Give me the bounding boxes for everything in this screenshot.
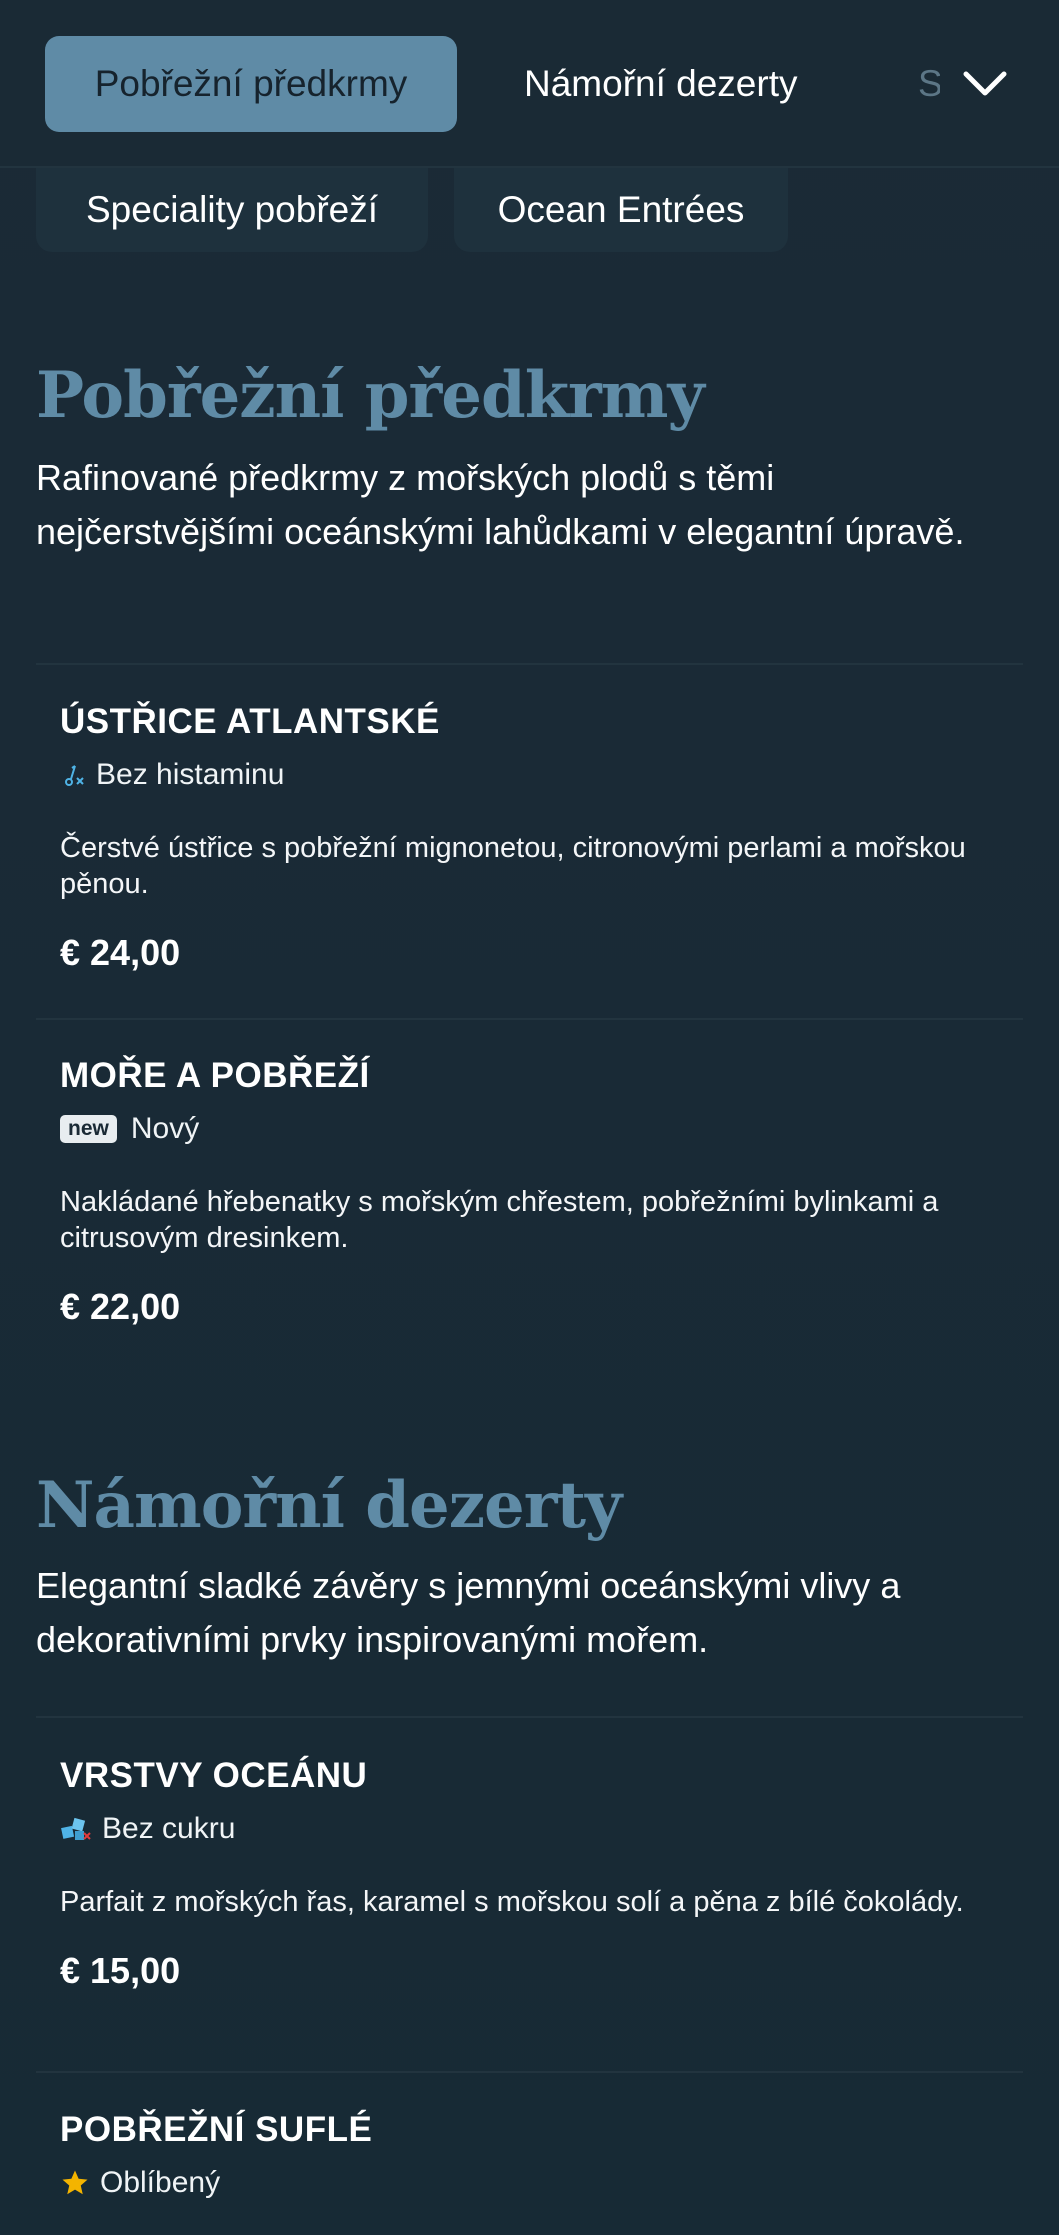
tab-speciality-pobrezi[interactable]: Speciality pobřeží bbox=[918, 36, 940, 132]
item-description: Parfait z mořských řas, karamel s mořsko… bbox=[60, 1886, 964, 1918]
item-description: Nakládané hřebenatky s mořským chřestem,… bbox=[60, 1186, 939, 1254]
menu-item[interactable]: POBŘEŽNÍ SUFLÉ Oblíbený bbox=[60, 2110, 1000, 2200]
menu-item[interactable]: MOŘE A POBŘEŽÍ new Nový Nakládané hřeben… bbox=[60, 1056, 1000, 1328]
histamine-free-icon bbox=[60, 762, 86, 788]
tab-label: Námořní dezerty bbox=[524, 63, 798, 104]
tag-label: Bez histaminu bbox=[96, 758, 285, 791]
chip-speciality-pobrezi[interactable]: Speciality pobřeží bbox=[36, 168, 428, 252]
chip-ocean-entrees[interactable]: Ocean Entrées bbox=[454, 168, 788, 252]
tab-label: Pobřežní předkrmy bbox=[94, 63, 408, 104]
tag-label: Nový bbox=[130, 1112, 200, 1145]
section-title: Námořní dezerty bbox=[36, 1468, 622, 1543]
divider bbox=[36, 663, 1023, 665]
popular-tag: Oblíbený bbox=[60, 2166, 1000, 2200]
new-tag: new Nový bbox=[60, 1112, 1000, 1146]
item-description: Čerstvé ústřice s pobřežní mignonetou, c… bbox=[60, 832, 966, 900]
star-icon bbox=[60, 2168, 90, 2198]
section-description: Rafinované předkrmy z mořských plodů s t… bbox=[36, 457, 965, 552]
tab-namorni-dezerty[interactable]: Námořní dezerty bbox=[524, 36, 798, 132]
dietary-tag: Bez cukru bbox=[60, 1812, 1000, 1846]
item-name: POBŘEŽNÍ SUFLÉ bbox=[60, 2110, 373, 2149]
menu-item[interactable]: ÚSTŘICE ATLANTSKÉ Bez histaminu Čerstvé … bbox=[60, 702, 1000, 974]
tab-label: Speciality pobřeží bbox=[918, 63, 940, 104]
category-nav-bar: Pobřežní předkrmy Námořní dezerty Specia… bbox=[0, 0, 1059, 168]
menu-item[interactable]: VRSTVY OCEÁNU Bez cukru Parfait z mořský… bbox=[60, 1756, 1000, 1992]
divider bbox=[36, 2071, 1023, 2073]
item-price: € 24,00 bbox=[60, 932, 181, 973]
item-name: ÚSTŘICE ATLANTSKÉ bbox=[60, 702, 440, 741]
item-price: € 22,00 bbox=[60, 1286, 181, 1327]
chevron-down-icon[interactable] bbox=[960, 60, 1010, 110]
chip-label: Ocean Entrées bbox=[497, 189, 745, 230]
chip-label: Speciality pobřeží bbox=[85, 189, 379, 230]
divider bbox=[36, 1018, 1023, 1020]
item-name: MOŘE A POBŘEŽÍ bbox=[60, 1056, 370, 1095]
tag-label: Bez cukru bbox=[102, 1812, 236, 1845]
item-name: VRSTVY OCEÁNU bbox=[60, 1756, 368, 1795]
new-badge: new bbox=[60, 1115, 117, 1143]
sugar-free-icon bbox=[60, 1815, 92, 1843]
tag-label: Oblíbený bbox=[100, 2166, 221, 2199]
divider bbox=[36, 1716, 1023, 1718]
section-title: Pobřežní předkrmy bbox=[36, 358, 705, 433]
tab-pobrezni-predkrmy[interactable]: Pobřežní předkrmy bbox=[45, 36, 457, 132]
item-price: € 15,00 bbox=[60, 1950, 181, 1991]
dietary-tag: Bez histaminu bbox=[60, 758, 1000, 792]
section-description: Elegantní sladké závěry s jemnými oceáns… bbox=[36, 1565, 901, 1660]
